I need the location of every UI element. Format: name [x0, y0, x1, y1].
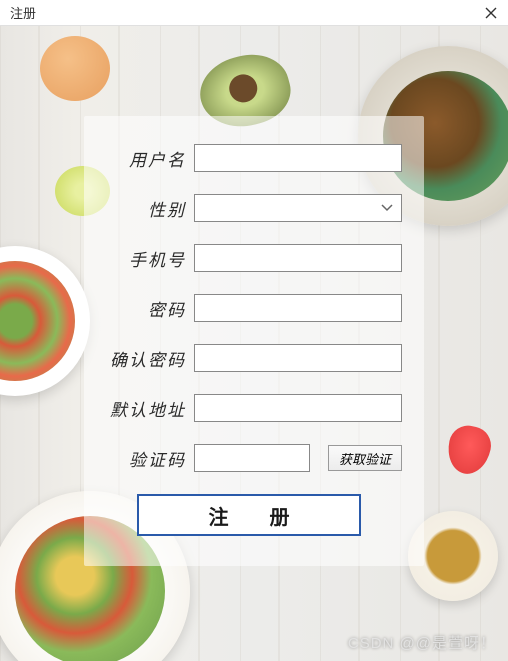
username-input[interactable] [194, 144, 402, 172]
row-submit: 注 册 [96, 494, 402, 536]
close-icon[interactable] [484, 6, 498, 20]
confirm-password-label: 确认密码 [96, 346, 186, 371]
address-label: 默认地址 [96, 396, 186, 421]
row-phone: 手机号 [96, 244, 402, 272]
get-captcha-button[interactable]: 获取验证 [328, 445, 402, 471]
row-username: 用户名 [96, 144, 402, 172]
register-button[interactable]: 注 册 [137, 494, 361, 536]
password-label: 密码 [96, 296, 186, 321]
window-title: 注册 [10, 3, 36, 22]
gender-label: 性别 [96, 196, 186, 221]
content-area: 用户名 性别 手机号 密码 确认密码 默认地址 验证码 [0, 26, 508, 661]
row-gender: 性别 [96, 194, 402, 222]
password-input[interactable] [194, 294, 402, 322]
gender-select[interactable] [194, 194, 402, 222]
address-input[interactable] [194, 394, 402, 422]
register-form: 用户名 性别 手机号 密码 确认密码 默认地址 验证码 [84, 116, 424, 566]
window-titlebar: 注册 [0, 0, 508, 26]
username-label: 用户名 [96, 146, 186, 171]
phone-input[interactable] [194, 244, 402, 272]
row-password: 密码 [96, 294, 402, 322]
captcha-label: 验证码 [96, 446, 186, 471]
decor-peach [40, 36, 110, 101]
watermark-text: CSDN @@是萱呀！ [348, 632, 496, 653]
phone-label: 手机号 [96, 246, 186, 271]
row-address: 默认地址 [96, 394, 402, 422]
captcha-input[interactable] [194, 444, 310, 472]
confirm-password-input[interactable] [194, 344, 402, 372]
row-confirm-password: 确认密码 [96, 344, 402, 372]
row-captcha: 验证码 获取验证 [96, 444, 402, 472]
